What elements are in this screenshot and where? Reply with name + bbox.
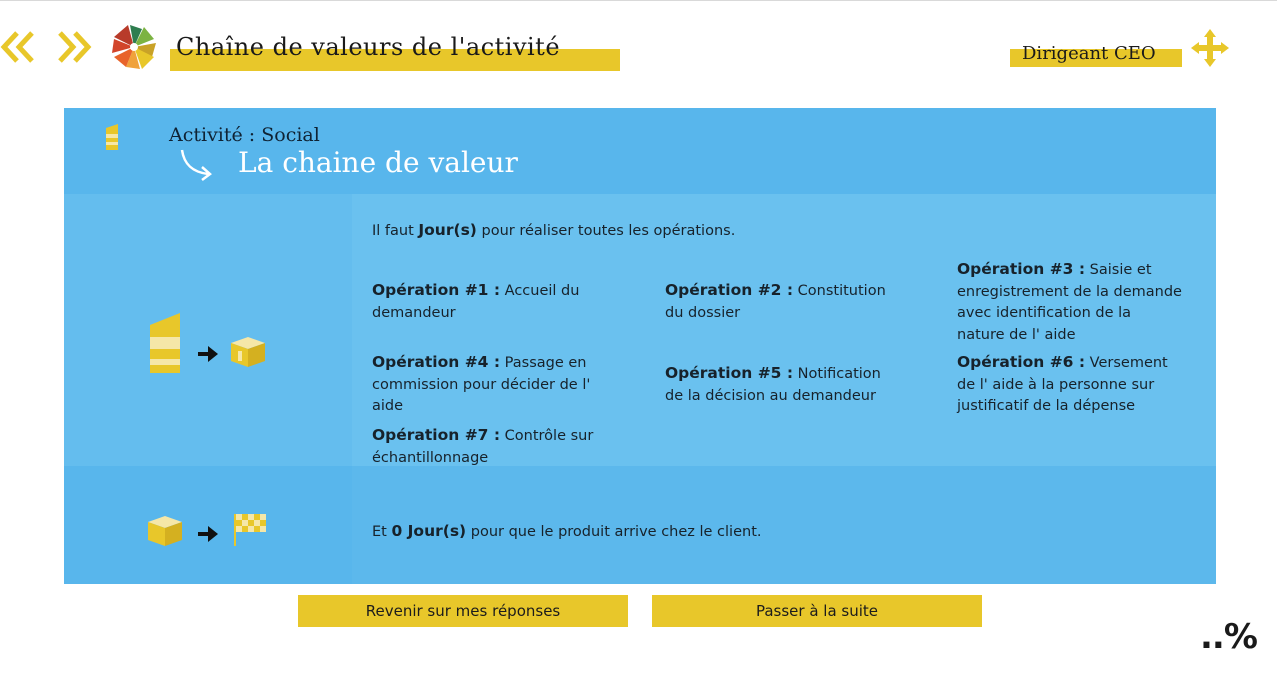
- chain-title: La chaine de valeur: [238, 146, 518, 179]
- box-icon: [148, 516, 182, 546]
- progress-percent: ..%: [1200, 617, 1258, 657]
- building-icon: [106, 124, 118, 150]
- factory-icon: [150, 313, 180, 373]
- operation-4: Opération #4 : Passage en commission pou…: [372, 353, 591, 414]
- box-icon: [231, 337, 265, 367]
- curved-arrow-icon: [180, 149, 212, 181]
- double-chevron-left-icon[interactable]: [0, 27, 40, 67]
- activity-label: Activité : Social: [169, 124, 320, 146]
- client-days-sentence: Et 0 Jour(s) pour que le produit arrive …: [372, 522, 762, 540]
- operation-7: Opération #7 : Contrôle sur échantillonn…: [372, 426, 594, 466]
- operation-5: Opération #5 : Notification de la décisi…: [665, 364, 881, 404]
- days-sentence: Il faut Jour(s) pour réaliser toutes les…: [372, 221, 736, 239]
- arrow-right-icon: [198, 346, 218, 362]
- delivery-flow-icons: [148, 514, 266, 546]
- double-chevron-right-icon[interactable]: [52, 27, 92, 67]
- four-arrows-move-icon[interactable]: [1189, 27, 1231, 69]
- operation-1: Opération #1 : Accueil du demandeur: [372, 281, 580, 321]
- checkered-flag-icon: [234, 514, 266, 546]
- operation-6: Opération #6 : Versement de l' aide à la…: [957, 353, 1168, 414]
- operation-3: Opération #3 : Saisie et enregistrement …: [957, 260, 1182, 343]
- next-button[interactable]: Passer à la suite: [652, 595, 982, 627]
- pinwheel-logo-icon: [112, 25, 156, 69]
- back-to-answers-button[interactable]: Revenir sur mes réponses: [298, 595, 628, 627]
- arrow-right-icon: [198, 526, 218, 542]
- operation-2: Opération #2 : Constitution du dossier: [665, 281, 886, 321]
- page-title: Chaîne de valeurs de l'activité: [176, 33, 561, 61]
- role-label: Dirigeant CEO: [1022, 43, 1156, 64]
- value-chain-panel: Activité : Social La chaine de valeur Il…: [64, 108, 1216, 584]
- production-flow-icons: [150, 313, 265, 373]
